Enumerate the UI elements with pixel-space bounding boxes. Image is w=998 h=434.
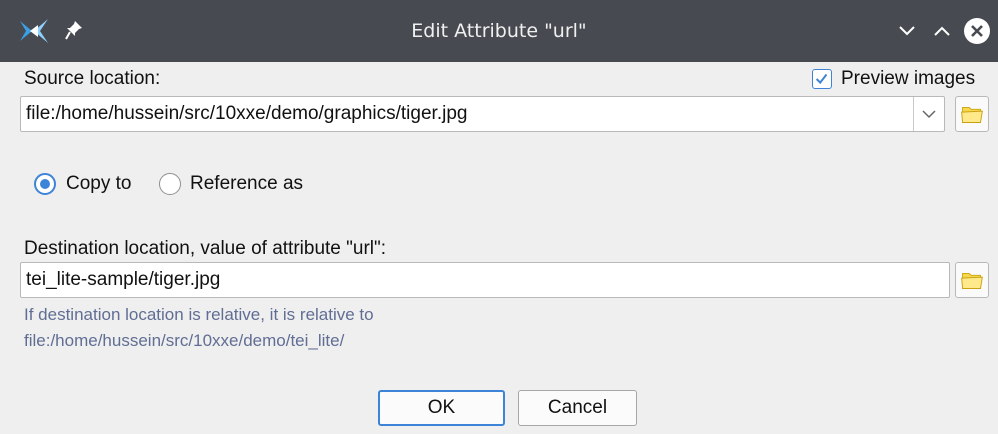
preview-images-label[interactable]: Preview images: [841, 68, 975, 90]
checkmark-icon: [815, 73, 828, 85]
reference-as-label[interactable]: Reference as: [190, 173, 303, 195]
preview-images-checkbox[interactable]: [812, 69, 832, 89]
destination-location-value: tei_lite-sample/tiger.jpg: [26, 269, 221, 290]
maximize-icon[interactable]: [927, 16, 957, 46]
folder-icon: [961, 272, 983, 289]
destination-location-label: Destination location, value of attribute…: [24, 238, 387, 259]
destination-browse-button[interactable]: [955, 262, 989, 298]
title-bar: Edit Attribute "url": [0, 0, 998, 62]
destination-hint-line1: If destination location is relative, it …: [24, 305, 374, 324]
source-dropdown-button[interactable]: [913, 97, 944, 131]
copy-to-radio[interactable]: [34, 173, 56, 195]
chevron-down-icon: [922, 110, 936, 119]
source-location-label: Source location:: [24, 68, 161, 89]
destination-hint-line2: file:/home/hussein/src/10xxe/demo/tei_li…: [24, 331, 345, 350]
close-icon[interactable]: [962, 16, 992, 46]
window-title: Edit Attribute "url": [411, 20, 587, 42]
destination-location-input[interactable]: tei_lite-sample/tiger.jpg: [20, 262, 950, 298]
copy-to-label[interactable]: Copy to: [66, 173, 131, 195]
reference-as-radio[interactable]: [159, 173, 181, 195]
folder-icon: [961, 106, 983, 123]
source-location-combobox[interactable]: file:/home/hussein/src/10xxe/demo/graphi…: [20, 96, 945, 132]
minimize-icon[interactable]: [892, 16, 922, 46]
source-browse-button[interactable]: [955, 96, 989, 132]
ok-button[interactable]: OK: [378, 390, 505, 426]
cancel-button[interactable]: Cancel: [518, 390, 637, 426]
source-location-value: file:/home/hussein/src/10xxe/demo/graphi…: [26, 103, 468, 124]
radio-selected-dot: [40, 179, 50, 189]
